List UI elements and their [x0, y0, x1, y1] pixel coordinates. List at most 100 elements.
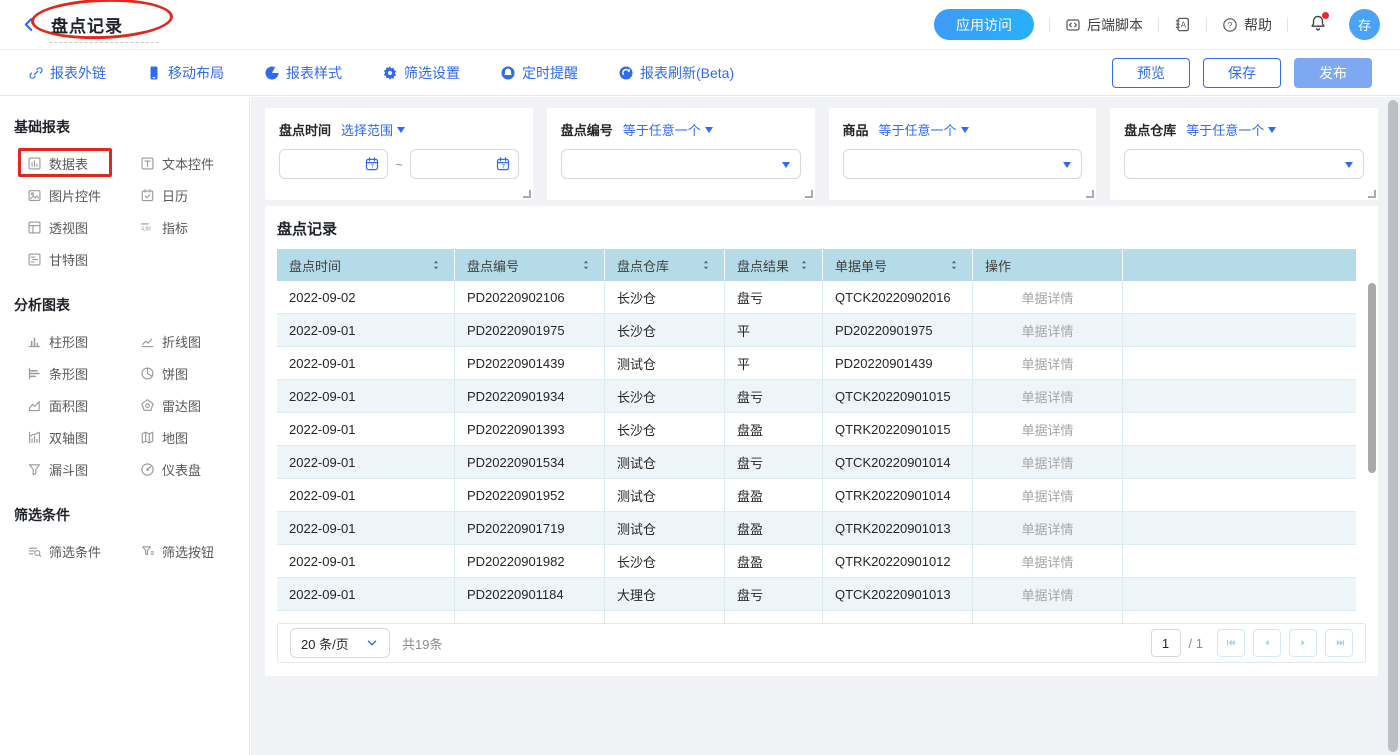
sidebar-item[interactable]: 文本控件	[140, 147, 253, 179]
filter-head: 盘点仓库等于任意一个	[1124, 120, 1364, 139]
date-end-input[interactable]: 7	[410, 149, 519, 179]
user-avatar[interactable]: 存	[1349, 9, 1380, 40]
sidebar-item[interactable]: 漏斗图	[27, 453, 140, 485]
gantt-icon	[27, 252, 42, 267]
scrollbar-thumb[interactable]	[1388, 100, 1398, 752]
sidebar-item[interactable]: 透视图	[27, 211, 140, 243]
row-action-link[interactable]: 单据详情	[973, 578, 1123, 611]
preview-button[interactable]: 预览	[1112, 58, 1190, 88]
resize-handle[interactable]	[523, 190, 531, 198]
bar-chart-icon	[27, 366, 42, 381]
sidebar-item[interactable]: 数据表	[27, 147, 140, 179]
toolbar-item[interactable]: 移动布局	[146, 63, 224, 83]
resize-handle[interactable]	[805, 190, 813, 198]
sidebar-item-label: 饼图	[162, 364, 188, 383]
filter-select[interactable]	[843, 149, 1083, 179]
sort-icon[interactable]	[430, 259, 442, 271]
table-cell-empty	[1123, 446, 1356, 479]
text-icon	[140, 156, 155, 171]
filter-operator-dropdown[interactable]: 等于任意一个	[623, 120, 713, 139]
row-action-link[interactable]: 单据详情	[973, 479, 1123, 512]
filter-operator-dropdown[interactable]: 等于任意一个	[1186, 120, 1276, 139]
filter-select[interactable]	[1124, 149, 1364, 179]
last-page-button[interactable]	[1325, 629, 1353, 657]
filter-widget[interactable]: 盘点仓库等于任意一个	[1110, 108, 1378, 200]
sidebar-item[interactable]: 地图	[140, 421, 253, 453]
sidebar-item[interactable]: 面积图	[27, 389, 140, 421]
row-action-link[interactable]: 单据详情	[973, 413, 1123, 446]
column-header[interactable]: 单据单号	[823, 249, 973, 281]
filter-head: 商品等于任意一个	[843, 120, 1083, 139]
page-title[interactable]: 盘点记录	[51, 17, 123, 36]
backend-script-button[interactable]: 后端脚本	[1065, 15, 1143, 35]
filter-select[interactable]	[561, 149, 801, 179]
filter-field-label: 盘点仓库	[1124, 120, 1176, 139]
toolbar-item[interactable]: 筛选设置	[382, 63, 460, 83]
sort-icon[interactable]	[798, 259, 810, 271]
row-action-link[interactable]: 单据详情	[973, 281, 1123, 314]
toolbar-item[interactable]: 定时提醒	[500, 63, 578, 83]
first-page-button[interactable]	[1217, 629, 1245, 657]
filter-widget[interactable]: 盘点时间选择范围7~7	[265, 108, 533, 200]
resize-handle[interactable]	[1086, 190, 1094, 198]
date-start-input[interactable]: 7	[279, 149, 388, 179]
sidebar-item[interactable]: 条形图	[27, 357, 140, 389]
caret-down-icon	[1063, 162, 1071, 168]
sidebar-item[interactable]: 仪表盘	[140, 453, 253, 485]
data-table-widget[interactable]: 盘点记录 盘点时间盘点编号盘点仓库盘点结果单据单号操作 2022-09-02PD…	[265, 206, 1378, 676]
toolbar-item[interactable]: 报表样式	[264, 63, 342, 83]
row-action-link[interactable]: 单据详情	[973, 314, 1123, 347]
filter-widget[interactable]: 商品等于任意一个	[829, 108, 1097, 200]
sort-icon[interactable]	[700, 259, 712, 271]
sort-icon[interactable]	[580, 259, 592, 271]
next-page-button[interactable]	[1289, 629, 1317, 657]
sidebar-item[interactable]: 筛选按钮	[140, 535, 253, 567]
resize-handle[interactable]	[1368, 190, 1376, 198]
help-button[interactable]: ? 帮助	[1222, 15, 1272, 35]
sidebar-item[interactable]: 饼图	[140, 357, 253, 389]
svg-text:?: ?	[1228, 20, 1233, 30]
image-icon	[27, 188, 42, 203]
line-chart-icon	[140, 334, 155, 349]
row-action-link[interactable]: 单据详情	[973, 380, 1123, 413]
row-action-link[interactable]: 单据详情	[973, 446, 1123, 479]
table-cell: 2022-09-02	[277, 281, 455, 314]
publish-button[interactable]: 发布	[1294, 58, 1372, 88]
table-body: 2022-09-02PD20220902106长沙仓盘亏QTCK20220902…	[277, 281, 1356, 611]
sidebar-item[interactable]: 双轴图	[27, 421, 140, 453]
sidebar-item[interactable]: 日历	[140, 179, 253, 211]
prev-page-button[interactable]	[1253, 629, 1281, 657]
divider	[1158, 17, 1159, 32]
row-action-link[interactable]: 单据详情	[973, 512, 1123, 545]
toolbar-item[interactable]: 报表外链	[28, 63, 106, 83]
row-action-link[interactable]: 单据详情	[973, 545, 1123, 578]
column-header[interactable]: 盘点时间	[277, 249, 455, 281]
current-page-input[interactable]: 1	[1151, 629, 1181, 657]
sort-icon[interactable]	[948, 259, 960, 271]
sidebar-section-grid: 柱形图折线图条形图饼图面积图雷达图双轴图地图漏斗图仪表盘	[0, 325, 249, 485]
column-header[interactable]: 盘点仓库	[605, 249, 725, 281]
column-header[interactable]: 盘点编号	[455, 249, 605, 281]
column-header[interactable]: 盘点结果	[725, 249, 823, 281]
save-button[interactable]: 保存	[1203, 58, 1281, 88]
page-vertical-scrollbar[interactable]	[1386, 97, 1400, 755]
toolbar-item[interactable]: 报表刷新(Beta)	[618, 63, 734, 83]
app-access-button[interactable]: 应用访问	[934, 9, 1034, 40]
sidebar-item[interactable]: 柱形图	[27, 325, 140, 357]
page-size-select[interactable]: 20 条/页	[290, 628, 390, 658]
filter-operator-dropdown[interactable]: 选择范围	[341, 120, 405, 139]
table-cell: 盘盈	[725, 545, 823, 578]
contacts-button[interactable]: A	[1174, 16, 1191, 33]
sidebar-item[interactable]: 折线图	[140, 325, 253, 357]
filter-operator-dropdown[interactable]: 等于任意一个	[879, 120, 969, 139]
table-vertical-scrollbar[interactable]	[1368, 283, 1376, 473]
sidebar-item[interactable]: 4,80指标	[140, 211, 253, 243]
filter-widget[interactable]: 盘点编号等于任意一个	[547, 108, 815, 200]
sidebar-item[interactable]: 雷达图	[140, 389, 253, 421]
notification-bell-button[interactable]	[1309, 14, 1327, 35]
sidebar-item[interactable]: 甘特图	[27, 243, 140, 275]
sidebar-item[interactable]: 图片控件	[27, 179, 140, 211]
row-action-link[interactable]: 单据详情	[973, 347, 1123, 380]
sidebar-item[interactable]: 筛选条件	[27, 535, 140, 567]
back-button[interactable]	[20, 16, 37, 33]
